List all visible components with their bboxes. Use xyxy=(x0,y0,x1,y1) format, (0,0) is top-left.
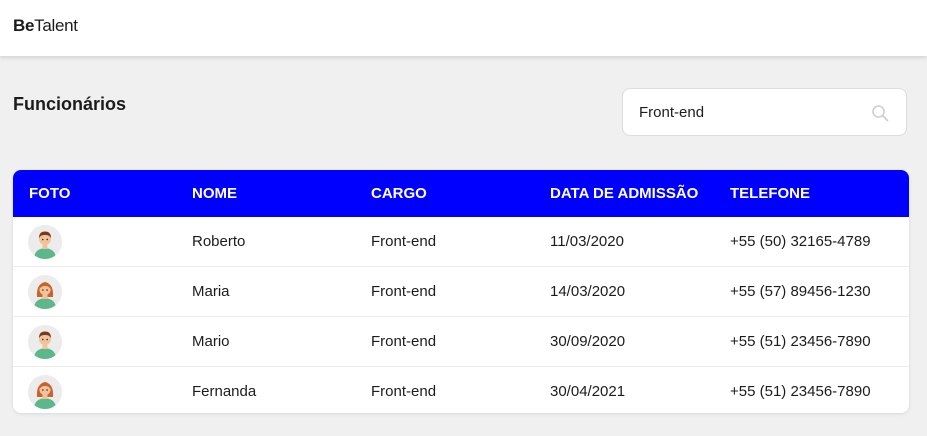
search-input[interactable] xyxy=(639,89,859,135)
employee-phone: +55 (50) 32165-4789 xyxy=(730,233,871,250)
employee-admission-date: 11/03/2020 xyxy=(550,233,624,250)
column-header-data-admissao[interactable]: DATA DE ADMISSÃO xyxy=(550,185,698,202)
top-bar: BeTalent xyxy=(0,0,927,56)
employee-phone: +55 (57) 89456-1230 xyxy=(730,283,871,300)
table-row[interactable]: Fernanda Front-end 30/04/2021 +55 (51) 2… xyxy=(13,367,909,413)
employee-name: Maria xyxy=(192,283,230,300)
female-avatar-icon xyxy=(28,375,62,409)
employee-role: Front-end xyxy=(371,283,437,300)
male-avatar-icon xyxy=(28,325,62,359)
column-header-cargo[interactable]: CARGO xyxy=(371,185,427,202)
column-header-telefone[interactable]: TELEFONE xyxy=(730,185,810,202)
employee-name: Fernanda xyxy=(192,383,257,400)
logo-rest-text: Talent xyxy=(34,16,78,35)
column-header-foto[interactable]: FOTO xyxy=(29,185,70,202)
table-row[interactable]: Maria Front-end 14/03/2020 +55 (57) 8945… xyxy=(13,267,909,317)
page-title: Funcionários xyxy=(13,94,127,114)
employee-admission-date: 30/09/2020 xyxy=(550,333,626,350)
employee-name: Mario xyxy=(192,333,230,350)
betalent-logo[interactable]: BeTalent xyxy=(13,16,78,36)
employees-table: FOTO NOME CARGO DATA DE ADMISSÃO TELEFON… xyxy=(13,170,909,413)
logo-bold-text: Be xyxy=(13,16,35,35)
male-avatar-icon xyxy=(28,225,62,259)
search-box[interactable] xyxy=(622,88,907,136)
table-row[interactable]: Roberto Front-end 11/03/2020 +55 (50) 32… xyxy=(13,217,909,267)
employee-admission-date: 14/03/2020 xyxy=(550,283,626,300)
table-row[interactable]: Mario Front-end 30/09/2020 +55 (51) 2345… xyxy=(13,317,909,367)
employee-admission-date: 30/04/2021 xyxy=(550,383,626,400)
employee-phone: +55 (51) 23456-7890 xyxy=(730,333,871,350)
female-avatar-icon xyxy=(28,275,62,309)
employee-role: Front-end xyxy=(371,333,437,350)
employee-phone: +55 (51) 23456-7890 xyxy=(730,383,871,400)
employee-role: Front-end xyxy=(371,233,437,250)
employee-name: Roberto xyxy=(192,233,246,250)
search-icon[interactable] xyxy=(871,104,889,122)
table-header: FOTO NOME CARGO DATA DE ADMISSÃO TELEFON… xyxy=(13,170,909,217)
employee-role: Front-end xyxy=(371,383,437,400)
column-header-nome[interactable]: NOME xyxy=(192,185,237,202)
